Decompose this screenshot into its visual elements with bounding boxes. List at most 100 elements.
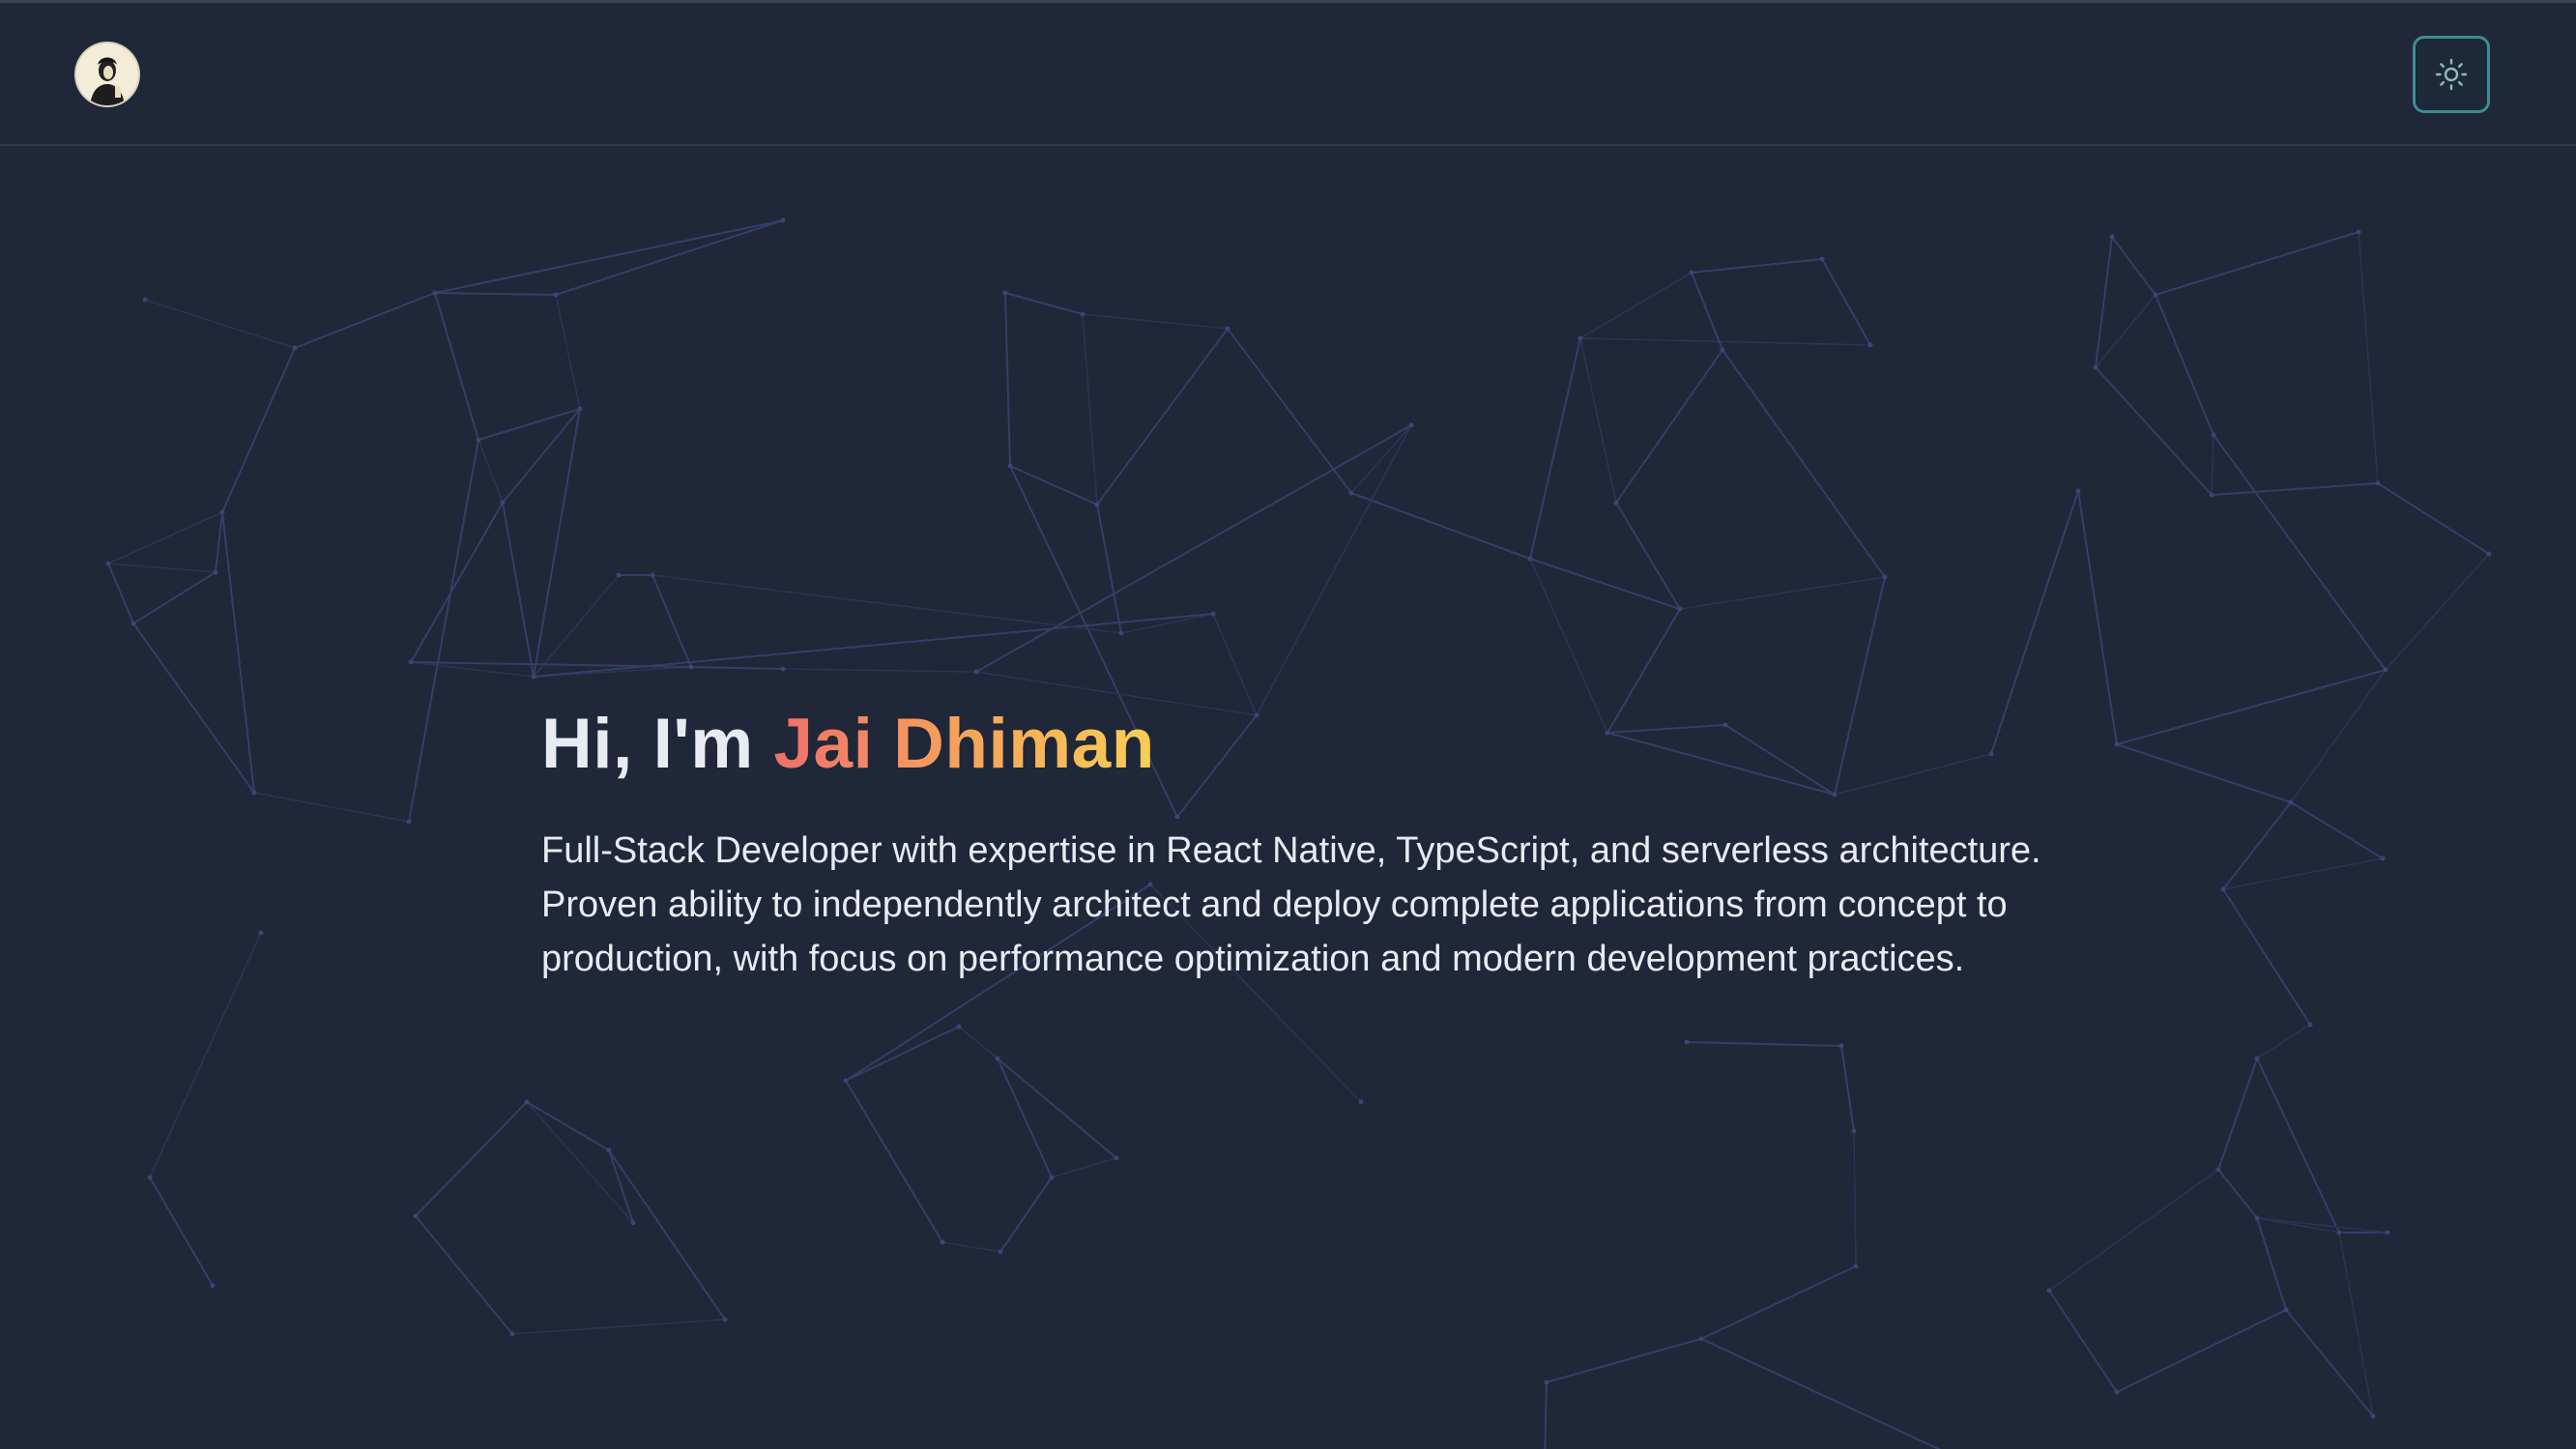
network-edge — [2217, 1169, 2258, 1219]
network-edge — [149, 1176, 214, 1287]
network-edge — [997, 1058, 1053, 1178]
network-edge — [294, 292, 436, 349]
network-node — [843, 1078, 849, 1084]
network-node — [606, 1147, 612, 1153]
network-edge — [1722, 349, 1886, 578]
network-edge — [2290, 669, 2387, 803]
network-node — [509, 1331, 515, 1337]
network-node — [2093, 364, 2098, 370]
network-edge — [2095, 294, 2156, 368]
network-edge — [2213, 434, 2387, 671]
network-edge — [2256, 1024, 2311, 1059]
network-edge — [415, 1101, 528, 1217]
network-edge — [511, 1319, 726, 1335]
network-edge — [2290, 801, 2384, 859]
network-edge — [526, 1101, 610, 1151]
network-edge — [132, 623, 255, 794]
network-edge — [221, 347, 296, 513]
network-node — [147, 1174, 153, 1180]
network-edge — [478, 408, 581, 441]
network-edge — [1821, 258, 1871, 346]
network-edge — [1579, 337, 1617, 504]
network-node — [2109, 234, 2115, 240]
network-node — [1114, 1155, 1119, 1161]
network-edge — [2256, 1217, 2388, 1233]
network-edge — [1096, 504, 1122, 634]
network-node — [476, 437, 481, 443]
network-node — [432, 290, 438, 296]
network-edge — [408, 439, 479, 823]
network-node — [1677, 606, 1683, 612]
network-edge — [2222, 857, 2384, 890]
profile-avatar[interactable] — [76, 43, 138, 105]
network-edge — [1691, 272, 1723, 351]
network-node — [2075, 488, 2081, 494]
network-edge — [1096, 328, 1229, 506]
network-node — [1684, 1039, 1690, 1045]
network-node — [2209, 492, 2214, 498]
network-node — [531, 674, 536, 680]
network-edge — [1529, 558, 1681, 610]
network-node — [2380, 855, 2386, 861]
network-node — [1002, 290, 1008, 296]
network-edge — [107, 563, 217, 573]
network-edge — [958, 1026, 999, 1059]
network-edge — [434, 292, 479, 441]
network-node — [2153, 292, 2158, 298]
sun-icon — [2435, 58, 2468, 91]
network-edge — [533, 574, 620, 678]
network-node — [973, 669, 979, 675]
network-node — [1408, 422, 1414, 428]
network-node — [2046, 1288, 2052, 1293]
network-node — [2486, 551, 2492, 557]
theme-toggle-button[interactable] — [2413, 36, 2490, 113]
network-node — [1544, 1379, 1549, 1385]
network-edge — [1529, 337, 1581, 560]
network-node — [650, 572, 655, 578]
network-edge — [415, 1215, 513, 1335]
network-node — [1853, 1263, 1859, 1269]
network-edge — [1350, 492, 1531, 560]
network-edge — [1700, 1338, 1941, 1449]
person-portrait-icon — [76, 43, 138, 105]
network-edge — [2048, 1169, 2219, 1291]
network-edge — [1679, 576, 1886, 610]
network-edge — [2211, 482, 2379, 496]
network-node — [1225, 326, 1230, 332]
network-edge — [502, 408, 581, 504]
network-edge — [107, 563, 134, 624]
network-edge — [2116, 1309, 2287, 1393]
network-edge — [2095, 236, 2113, 368]
network-node — [1348, 490, 1354, 496]
network-edge — [1082, 313, 1229, 330]
network-node — [130, 621, 136, 626]
network-edge — [253, 792, 410, 823]
network-node — [630, 1220, 636, 1226]
network-edge — [434, 292, 557, 296]
network-edge — [2116, 669, 2387, 745]
network-node — [1118, 630, 1124, 636]
network-edge — [2338, 1232, 2374, 1417]
network-node — [1720, 347, 1725, 353]
network-edge — [651, 574, 1122, 634]
network-node — [1689, 270, 1694, 275]
network-edge — [1615, 349, 1723, 504]
network-edge — [1546, 1338, 1702, 1383]
network-edge — [478, 439, 504, 504]
network-edge — [2285, 1309, 2374, 1417]
network-edge — [2377, 482, 2490, 555]
network-edge — [1700, 1265, 1857, 1340]
network-node — [406, 819, 412, 825]
network-edge — [149, 932, 262, 1178]
network-node — [1527, 556, 1533, 562]
network-node — [780, 217, 786, 223]
network-node — [998, 1249, 1003, 1255]
network-edge — [434, 219, 784, 294]
network-node — [2383, 667, 2388, 673]
network-node — [1007, 463, 1013, 469]
network-node — [2220, 886, 2226, 892]
network-edge — [2048, 1290, 2118, 1393]
network-node — [1698, 1336, 1704, 1342]
network-node — [142, 297, 148, 303]
network-edge — [2217, 1058, 2258, 1171]
